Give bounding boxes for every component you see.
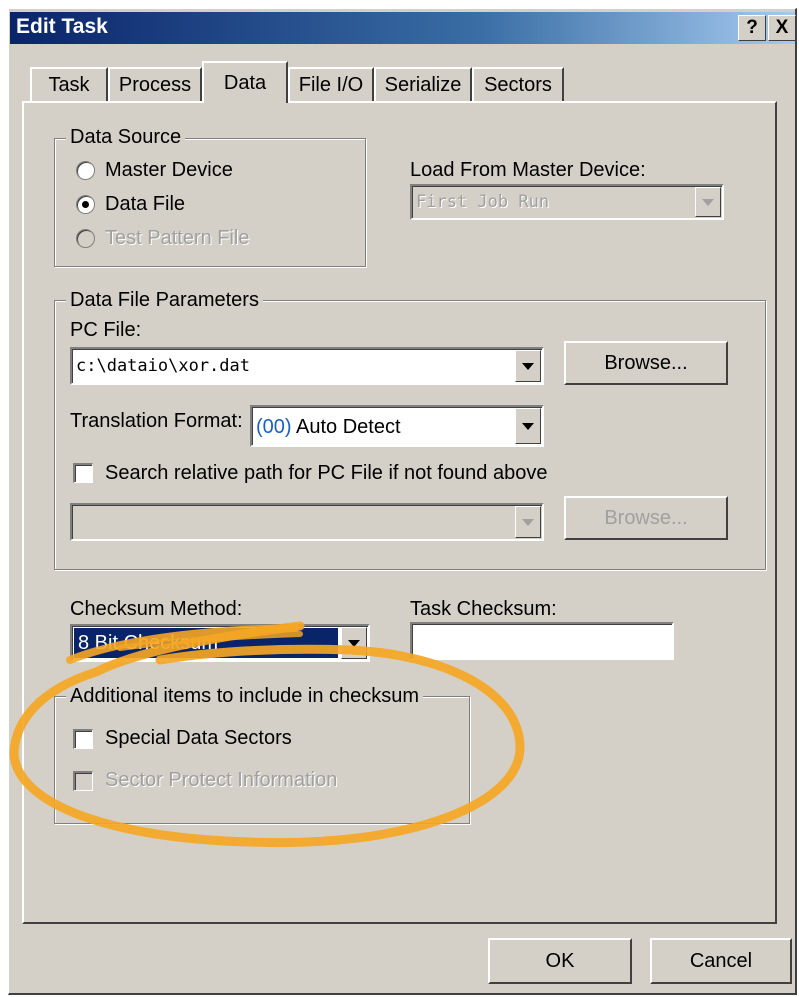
pc-file-label: PC File:: [70, 319, 142, 341]
window-title: Edit Task: [16, 15, 108, 38]
additional-items-legend: Additional items to include in checksum: [66, 685, 424, 708]
tab-sectors[interactable]: Sectors: [472, 67, 564, 101]
radio-data-file-label[interactable]: Data File: [105, 193, 185, 216]
title-bar[interactable]: [10, 12, 795, 44]
load-from-master-dropdown-button: [695, 187, 721, 217]
active-tab-joiner: [204, 99, 286, 105]
radio-test-pattern-file-label: Test Pattern File: [105, 227, 250, 249]
radio-data-file[interactable]: [76, 195, 95, 214]
checksum-method-value[interactable]: 8 Bit Checksum: [78, 632, 218, 655]
data-source-legend: Data Source: [66, 126, 186, 149]
help-button[interactable]: ?: [738, 15, 766, 41]
relative-path-combobox: [70, 503, 544, 541]
tab-process[interactable]: Process: [108, 67, 202, 101]
cancel-button[interactable]: Cancel: [650, 938, 792, 984]
radio-test-pattern-file: [76, 229, 95, 248]
radio-master-device-label[interactable]: Master Device: [105, 159, 233, 182]
tab-serialize[interactable]: Serialize: [374, 67, 472, 101]
chevron-down-icon: [702, 198, 714, 206]
translation-format-label: Translation Format:: [70, 410, 243, 432]
tab-task[interactable]: Task: [30, 67, 108, 101]
relative-path-dropdown-button: [515, 506, 541, 538]
tab-data[interactable]: Data: [202, 61, 288, 103]
radio-selected-dot: [82, 201, 89, 208]
load-from-master-value: First Job Run: [416, 192, 550, 212]
special-data-sectors-label[interactable]: Special Data Sectors: [105, 727, 292, 750]
pc-file-value[interactable]: c:\dataio\xor.dat: [76, 356, 250, 376]
chevron-down-icon: [522, 422, 534, 430]
search-relative-path-checkbox[interactable]: [73, 463, 93, 483]
checksum-method-dropdown-button[interactable]: [341, 627, 367, 659]
translation-name: Auto Detect: [291, 416, 401, 438]
checksum-method-select[interactable]: 8 Bit Checksum: [70, 624, 370, 662]
special-data-sectors-checkbox[interactable]: [73, 729, 93, 749]
data-file-parameters-legend: Data File Parameters: [66, 289, 263, 312]
ok-button[interactable]: OK: [488, 938, 632, 984]
radio-master-device[interactable]: [76, 161, 95, 180]
translation-format-value[interactable]: (00) Auto Detect: [256, 416, 401, 439]
chevron-down-icon: [522, 518, 534, 526]
browse-button[interactable]: Browse...: [564, 341, 728, 385]
translation-format-select[interactable]: (00) Auto Detect: [250, 405, 544, 447]
additional-checksum-items-group: [54, 696, 470, 824]
close-button[interactable]: X: [768, 15, 796, 41]
pc-file-combobox[interactable]: c:\dataio\xor.dat: [70, 347, 544, 385]
search-relative-path-label[interactable]: Search relative path for PC File if not …: [105, 462, 547, 485]
sector-protect-checkbox: [73, 771, 93, 791]
load-from-master-select: First Job Run: [410, 184, 724, 220]
task-checksum-field[interactable]: [410, 622, 674, 660]
task-checksum-label: Task Checksum:: [410, 598, 557, 620]
checksum-method-label: Checksum Method:: [70, 598, 243, 620]
chevron-down-icon: [348, 639, 360, 647]
translation-code: (00): [256, 416, 292, 438]
tab-file-io[interactable]: File I/O: [288, 67, 374, 101]
load-from-master-label: Load From Master Device:: [410, 159, 646, 181]
sector-protect-label: Sector Protect Information: [105, 769, 338, 791]
pc-file-dropdown-button[interactable]: [515, 350, 541, 382]
chevron-down-icon: [522, 362, 534, 370]
checksum-method-selection: 8 Bit Checksum: [74, 628, 338, 658]
translation-format-dropdown-button[interactable]: [515, 408, 541, 444]
browse-relative-button: Browse...: [564, 496, 728, 540]
